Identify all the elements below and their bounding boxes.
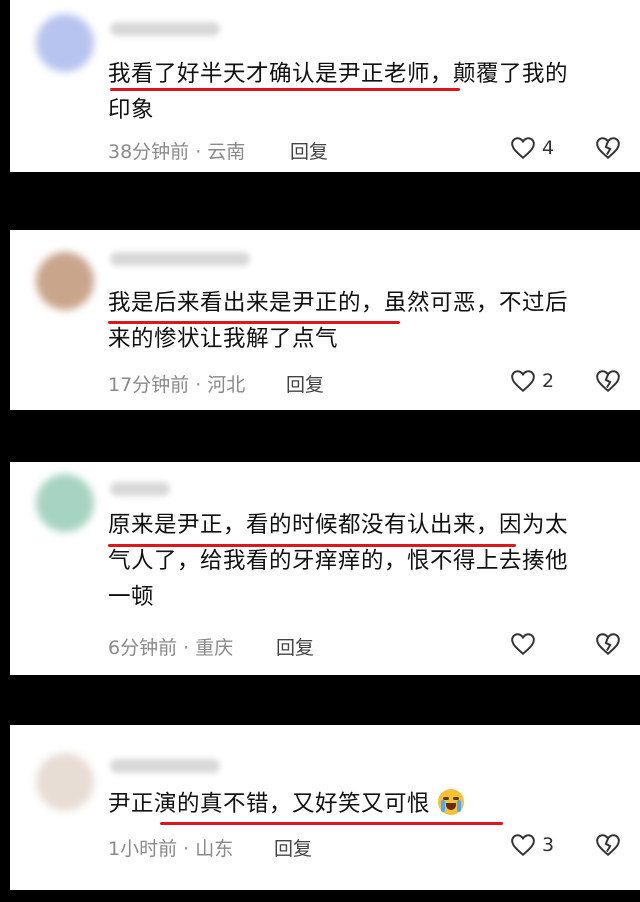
comment-text: 尹正演的真不错，又好笑又可恨 [108,786,628,822]
heart-icon [510,833,536,857]
dislike-button[interactable] [595,136,621,160]
avatar[interactable] [36,753,94,811]
reply-button[interactable]: 回复 [290,137,328,164]
comment-text: 我看了好半天才确认是尹正老师，颠覆了我的 印象 [108,61,569,123]
comment-card: 尹正演的真不错，又好笑又可恨 1小时前 · 山东 回复 3 [10,725,640,890]
broken-heart-icon [595,833,621,857]
like-button[interactable]: 3 [510,833,554,857]
loudly-crying-face-icon [437,789,464,815]
red-underline [108,544,516,547]
like-count: 4 [542,137,555,159]
dislike-button[interactable] [595,369,621,393]
broken-heart-icon [595,136,621,160]
heart-icon [510,632,536,656]
time-location: 1小时前 · 山东 [108,838,234,860]
time-location: 6分钟前 · 重庆 [108,637,234,659]
username-blurred[interactable] [110,482,170,496]
comment-text: 原来是尹正，看的时候都没有认出来，因为太 气人了，给我看的牙痒痒的，恨不得上去揍… [108,512,569,610]
dislike-button[interactable] [595,833,621,857]
heart-icon [510,136,536,160]
like-button[interactable] [510,632,542,656]
reply-button[interactable]: 回复 [276,633,314,660]
username-blurred[interactable] [110,252,250,266]
reply-button[interactable]: 回复 [274,834,312,861]
time-location: 17分钟前 · 河北 [108,374,246,396]
red-underline [160,822,503,825]
avatar[interactable] [36,474,94,532]
reply-button[interactable]: 回复 [286,370,324,397]
broken-heart-icon [595,369,621,393]
time-location: 38分钟前 · 云南 [108,141,246,163]
username-blurred[interactable] [110,759,220,773]
like-button[interactable]: 4 [510,136,554,160]
like-count: 3 [542,834,555,856]
username-blurred[interactable] [110,22,220,36]
comment-card: 我是后来看出来是尹正的，虽然可恶，不过后 来的惨状让我解了点气 17分钟前 · … [10,230,640,410]
red-underline [110,88,460,91]
broken-heart-icon [595,632,621,656]
avatar[interactable] [36,252,94,310]
avatar[interactable] [36,14,94,72]
like-count: 2 [542,370,555,392]
red-underline [108,321,400,324]
like-button[interactable]: 2 [510,369,554,393]
comment-card: 我看了好半天才确认是尹正老师，颠覆了我的 印象 38分钟前 · 云南 回复 4 [10,0,640,172]
dislike-button[interactable] [595,632,621,656]
heart-icon [510,369,536,393]
comment-card: 原来是尹正，看的时候都没有认出来，因为太 气人了，给我看的牙痒痒的，恨不得上去揍… [10,462,640,675]
